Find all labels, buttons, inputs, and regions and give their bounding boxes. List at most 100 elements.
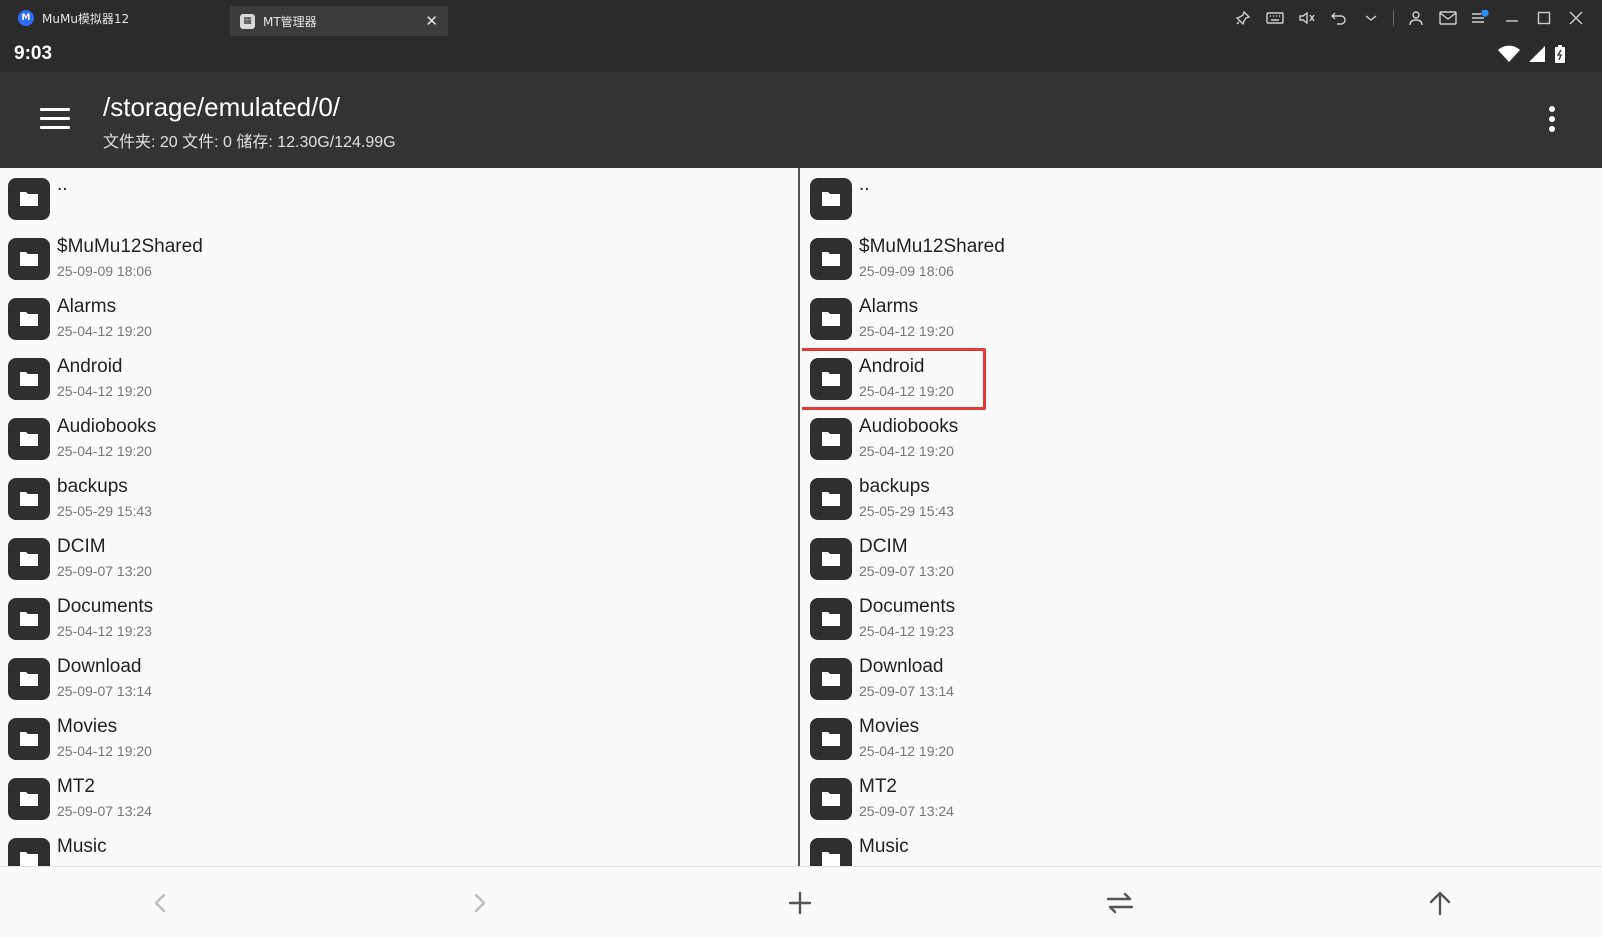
folder-row[interactable]: DCIM 25-09-07 13:20 xyxy=(802,528,1602,588)
mt-app-icon: ▦ xyxy=(240,13,255,29)
add-icon[interactable] xyxy=(782,885,818,921)
forward-arrow-icon[interactable] xyxy=(462,885,498,921)
folder-date: 25-04-12 19:20 xyxy=(859,323,954,339)
folder-row[interactable]: Movies 25-04-12 19:20 xyxy=(0,708,798,768)
notification-menu-icon[interactable] xyxy=(1464,8,1496,28)
folder-date: 25-04-12 19:23 xyxy=(859,623,954,639)
parent-folder-row[interactable]: .. xyxy=(802,168,1602,228)
hamburger-menu-icon[interactable] xyxy=(40,108,70,130)
toolbar-divider xyxy=(1393,10,1394,26)
folder-name: Android xyxy=(57,356,123,377)
app-bar: /storage/emulated/0/ 文件夹: 20 文件: 0 储存: 1… xyxy=(0,72,1602,168)
folder-name: Audiobooks xyxy=(57,416,157,437)
folder-date: 25-09-09 18:06 xyxy=(57,263,152,279)
chevron-down-icon[interactable] xyxy=(1355,8,1387,28)
maximize-icon[interactable] xyxy=(1528,8,1560,28)
folder-row[interactable]: Alarms 25-04-12 19:20 xyxy=(802,288,1602,348)
folder-date: 25-09-07 13:20 xyxy=(859,563,954,579)
folder-date: 25-09-07 13:24 xyxy=(57,803,152,819)
folder-row[interactable]: Audiobooks 25-04-12 19:20 xyxy=(802,408,1602,468)
pin-icon[interactable] xyxy=(1227,8,1259,28)
folder-summary: 文件夹: 20 文件: 0 储存: 12.30G/124.99G xyxy=(103,134,396,151)
folder-row[interactable]: Audiobooks 25-04-12 19:20 xyxy=(0,408,798,468)
folder-date: 25-09-07 13:20 xyxy=(57,563,152,579)
folder-icon xyxy=(810,538,852,580)
window-toolbar xyxy=(1227,8,1592,28)
folder-row[interactable]: MT2 25-09-07 13:24 xyxy=(802,768,1602,828)
tab-mt-manager[interactable]: ▦ MT管理器 ✕ xyxy=(230,6,448,36)
tab-mumu-emulator[interactable]: M MuMu模拟器12 xyxy=(8,3,230,33)
folder-name: MT2 xyxy=(57,776,95,797)
back-arrow-icon[interactable] xyxy=(142,885,178,921)
folder-row[interactable]: Music xyxy=(802,828,1602,866)
folder-row[interactable]: Android 25-04-12 19:20 xyxy=(0,348,798,408)
folder-icon xyxy=(8,598,50,640)
parent-folder-row[interactable]: .. xyxy=(0,168,798,228)
folder-name: Music xyxy=(57,836,107,857)
folder-date: 25-04-12 19:20 xyxy=(57,743,152,759)
mail-icon[interactable] xyxy=(1432,8,1464,28)
folder-row[interactable]: Alarms 25-04-12 19:20 xyxy=(0,288,798,348)
folder-date: 25-09-09 18:06 xyxy=(859,263,954,279)
folder-row[interactable]: $MuMu12Shared 25-09-09 18:06 xyxy=(0,228,798,288)
status-clock: 9:03 xyxy=(14,43,53,64)
tab-label: MuMu模拟器12 xyxy=(42,11,130,26)
more-options-icon[interactable] xyxy=(1549,106,1557,136)
right-file-pane[interactable]: .. $MuMu12Shared 25-09-09 18:06 Alarms 25-04… xyxy=(802,168,1602,866)
folder-icon xyxy=(8,478,50,520)
emulator-titlebar: M MuMu模拟器12 ▦ MT管理器 ✕ xyxy=(0,0,1602,36)
folder-date: 25-09-07 13:24 xyxy=(859,803,954,819)
folder-name: $MuMu12Shared xyxy=(57,236,203,257)
folder-icon xyxy=(8,838,50,866)
folder-icon xyxy=(8,178,50,220)
folder-row[interactable]: Android 25-04-12 19:20 xyxy=(802,348,1602,410)
folder-row[interactable]: MT2 25-09-07 13:24 xyxy=(0,768,798,828)
folder-name: Audiobooks xyxy=(859,416,959,437)
folder-icon xyxy=(810,778,852,820)
folder-icon xyxy=(810,658,852,700)
folder-date: 25-04-12 19:20 xyxy=(859,743,954,759)
folder-row[interactable]: Download 25-09-07 13:14 xyxy=(802,648,1602,708)
tab-close-icon[interactable]: ✕ xyxy=(425,12,438,30)
folder-icon xyxy=(810,598,852,640)
folder-row[interactable]: Movies 25-04-12 19:20 xyxy=(802,708,1602,768)
folder-row[interactable]: Download 25-09-07 13:14 xyxy=(0,648,798,708)
folder-icon xyxy=(8,298,50,340)
signal-icon xyxy=(1529,46,1545,62)
file-panes: .. $MuMu12Shared 25-09-09 18:06 Alarms 25-04… xyxy=(0,168,1602,866)
folder-icon xyxy=(810,298,852,340)
folder-row[interactable]: Documents 25-04-12 19:23 xyxy=(0,588,798,648)
folder-date: 25-04-12 19:20 xyxy=(57,323,152,339)
user-icon[interactable] xyxy=(1400,8,1432,28)
folder-row[interactable]: Documents 25-04-12 19:23 xyxy=(802,588,1602,648)
folder-date: 25-09-07 13:14 xyxy=(57,683,152,699)
folder-icon xyxy=(810,178,852,220)
folder-icon xyxy=(810,418,852,460)
folder-name: Documents xyxy=(859,596,956,617)
folder-row[interactable]: $MuMu12Shared 25-09-09 18:06 xyxy=(802,228,1602,288)
folder-row[interactable]: Music xyxy=(0,828,798,866)
folder-name: backups xyxy=(57,476,128,497)
folder-row[interactable]: backups 25-05-29 15:43 xyxy=(0,468,798,528)
swap-panes-icon[interactable] xyxy=(1102,885,1138,921)
folder-icon xyxy=(8,538,50,580)
folder-name: .. xyxy=(859,174,870,195)
folder-name: Download xyxy=(859,656,944,677)
left-file-pane[interactable]: .. $MuMu12Shared 25-09-09 18:06 Alarms 25-04… xyxy=(0,168,800,866)
folder-name: MT2 xyxy=(859,776,897,797)
undo-icon[interactable] xyxy=(1323,8,1355,28)
folder-icon xyxy=(810,358,852,400)
close-icon[interactable] xyxy=(1560,8,1592,28)
mumu-logo-icon: M xyxy=(18,10,34,26)
up-arrow-icon[interactable] xyxy=(1422,885,1458,921)
folder-name: Download xyxy=(57,656,142,677)
folder-row[interactable]: backups 25-05-29 15:43 xyxy=(802,468,1602,528)
mute-icon[interactable] xyxy=(1291,8,1323,28)
minimize-icon[interactable] xyxy=(1496,8,1528,28)
folder-row[interactable]: DCIM 25-09-07 13:20 xyxy=(0,528,798,588)
folder-name: Movies xyxy=(859,716,920,737)
folder-icon xyxy=(810,238,852,280)
folder-date: 25-04-12 19:20 xyxy=(57,383,152,399)
keyboard-icon[interactable] xyxy=(1259,8,1291,28)
current-path: /storage/emulated/0/ xyxy=(103,92,341,122)
